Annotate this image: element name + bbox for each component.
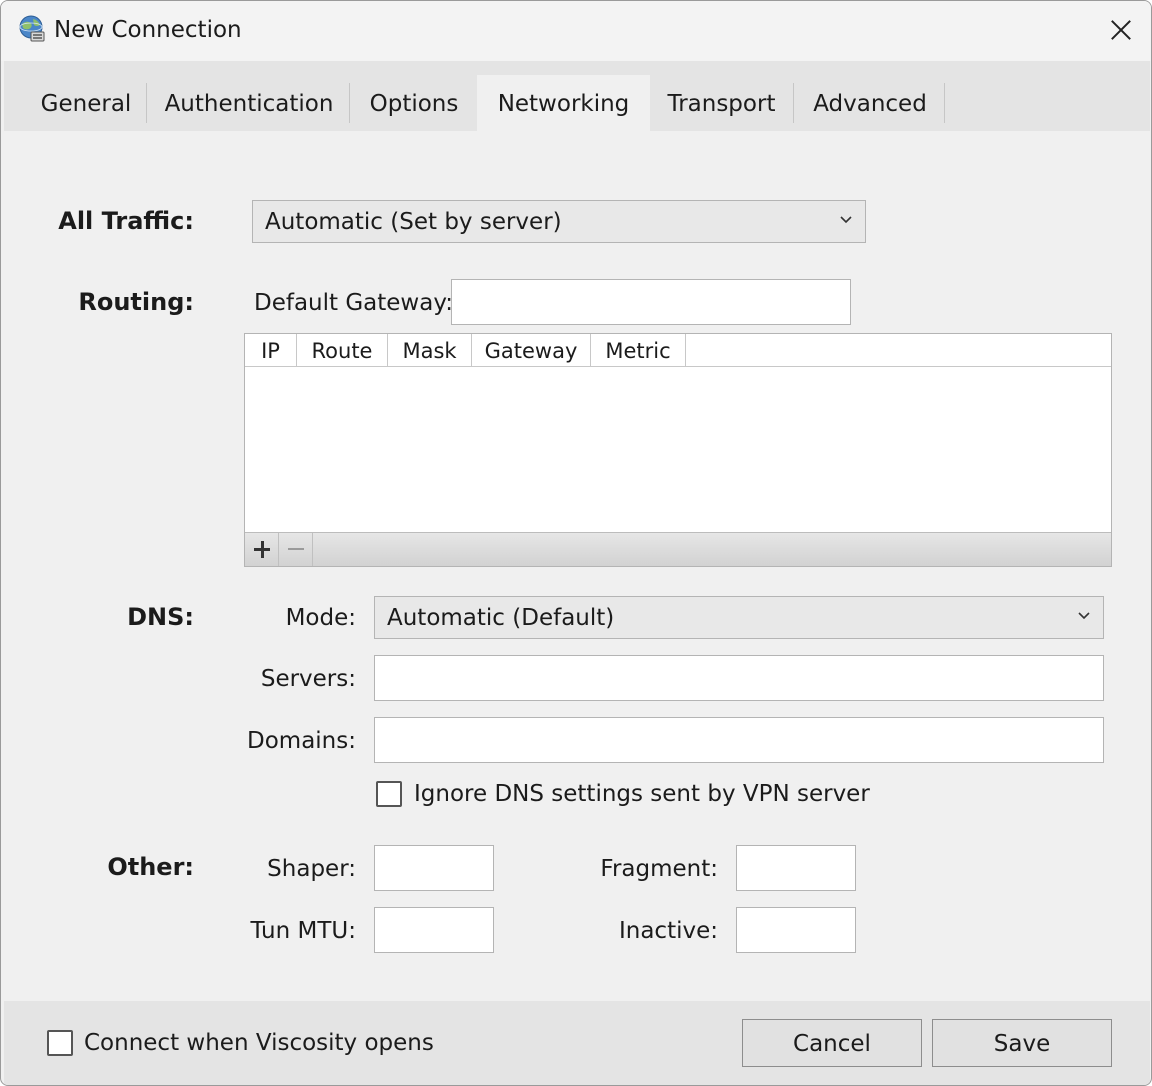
dns-label: DNS:	[127, 603, 194, 631]
tab-bar: General Authentication Options Networkin…	[4, 61, 1150, 131]
column-header-metric[interactable]: Metric	[591, 334, 686, 366]
tab-separator	[793, 83, 794, 123]
minus-icon	[288, 548, 304, 550]
tun-mtu-label: Tun MTU:	[250, 918, 357, 944]
ignore-dns-label[interactable]: Ignore DNS settings sent by VPN server	[414, 781, 870, 807]
default-gateway-label: Default Gateway:	[254, 290, 454, 316]
fragment-input[interactable]	[736, 845, 856, 891]
all-traffic-label: All Traffic:	[58, 207, 194, 235]
dns-servers-label: Servers:	[260, 666, 356, 692]
tab-transport[interactable]: Transport	[650, 75, 793, 131]
title-bar: New Connection	[1, 1, 1151, 61]
routes-table-toolbar	[245, 532, 1111, 566]
window-title: New Connection	[54, 17, 242, 43]
all-traffic-value: Automatic (Set by server)	[265, 209, 562, 235]
tun-mtu-input[interactable]	[374, 907, 494, 953]
shaper-label: Shaper:	[267, 856, 356, 882]
column-header-gateway[interactable]: Gateway	[472, 334, 591, 366]
default-gateway-input[interactable]	[451, 279, 851, 325]
inactive-label: Inactive:	[618, 918, 718, 944]
dns-domains-label: Domains:	[247, 728, 356, 754]
column-header-route[interactable]: Route	[297, 334, 388, 366]
chevron-down-icon	[1078, 611, 1090, 619]
tab-advanced[interactable]: Advanced	[796, 75, 944, 131]
plus-icon-vertical	[260, 541, 264, 558]
tab-networking[interactable]: Networking	[477, 75, 650, 131]
shaper-input[interactable]	[374, 845, 494, 891]
dns-mode-value: Automatic (Default)	[387, 605, 615, 631]
column-header-mask[interactable]: Mask	[388, 334, 472, 366]
add-route-button[interactable]	[245, 533, 279, 566]
globe-network-icon	[19, 15, 45, 42]
new-connection-window: New Connection General Authentication Op…	[0, 0, 1152, 1086]
table-header-divider	[245, 366, 1111, 367]
ignore-dns-checkbox[interactable]	[376, 781, 402, 807]
cancel-button[interactable]: Cancel	[742, 1019, 922, 1067]
dns-servers-input[interactable]	[374, 655, 1104, 701]
close-button[interactable]	[1087, 1, 1151, 61]
dns-mode-label: Mode:	[285, 605, 356, 631]
tab-general[interactable]: General	[26, 75, 146, 131]
routing-label: Routing:	[78, 288, 194, 316]
remove-route-button[interactable]	[279, 533, 313, 566]
tab-options[interactable]: Options	[352, 75, 476, 131]
all-traffic-select[interactable]: Automatic (Set by server)	[252, 200, 866, 243]
dns-domains-input[interactable]	[374, 717, 1104, 763]
routes-table[interactable]: IP Route Mask Gateway Metric	[244, 333, 1112, 567]
dns-mode-select[interactable]: Automatic (Default)	[374, 596, 1104, 639]
dialog-footer: Connect when Viscosity opens Cancel Save	[4, 1001, 1150, 1085]
connect-on-open-label[interactable]: Connect when Viscosity opens	[84, 1030, 434, 1056]
inactive-input[interactable]	[736, 907, 856, 953]
tab-separator	[944, 83, 945, 123]
tab-separator	[146, 83, 147, 123]
tab-authentication[interactable]: Authentication	[149, 75, 349, 131]
chevron-down-icon	[840, 215, 852, 223]
connect-on-open-checkbox[interactable]	[47, 1030, 73, 1056]
column-header-ip[interactable]: IP	[245, 334, 297, 366]
other-label: Other:	[107, 853, 194, 881]
save-button[interactable]: Save	[932, 1019, 1112, 1067]
fragment-label: Fragment:	[600, 856, 718, 882]
tab-separator	[349, 83, 350, 123]
